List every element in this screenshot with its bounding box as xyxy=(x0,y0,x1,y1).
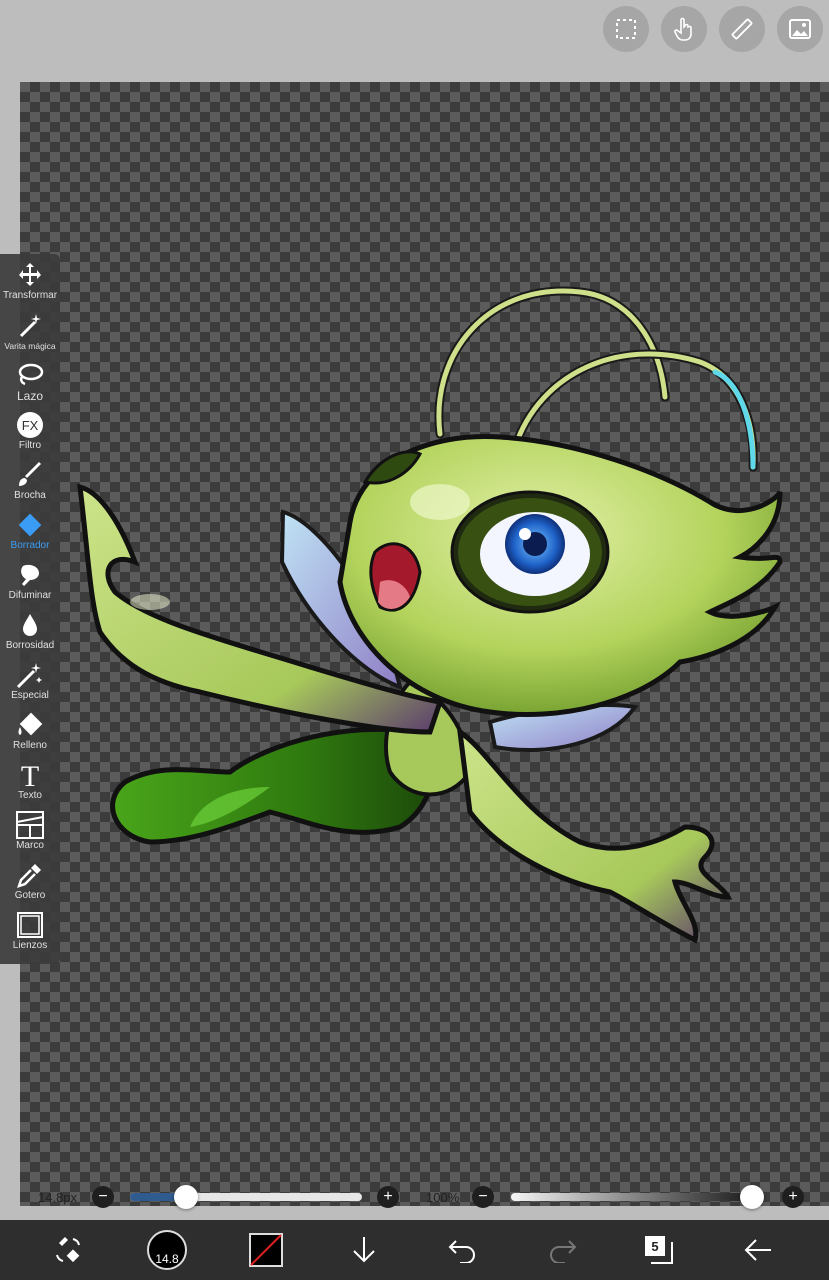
tool-label: Transformar xyxy=(2,290,58,301)
undo-button[interactable] xyxy=(441,1228,485,1272)
lasso-icon xyxy=(18,363,44,386)
opacity-decrease-button[interactable]: − xyxy=(472,1186,494,1208)
ruler-icon xyxy=(731,18,753,40)
drawing-canvas[interactable] xyxy=(20,82,829,1206)
eraser-icon xyxy=(18,513,42,537)
arrow-left-icon xyxy=(744,1239,771,1261)
redo-button[interactable] xyxy=(540,1228,584,1272)
download-button[interactable] xyxy=(342,1228,386,1272)
tool-lasso[interactable]: Lazo xyxy=(0,354,60,404)
tool-filter[interactable]: FX Filtro xyxy=(0,404,60,454)
tool-special[interactable]: Especial xyxy=(0,654,60,704)
blur-drop-icon xyxy=(23,614,37,636)
top-toolbar xyxy=(0,0,829,82)
color-button[interactable] xyxy=(244,1228,288,1272)
brush-size-slider-row: 14.8px − + xyxy=(38,1184,410,1210)
tool-label: Borrador xyxy=(10,540,50,551)
tool-label: Marco xyxy=(16,840,44,851)
tool-blur[interactable]: Borrosidad xyxy=(0,604,60,654)
layers-button[interactable]: 5 xyxy=(637,1228,681,1272)
layer-count: 5 xyxy=(651,1238,659,1254)
magic-wand-icon xyxy=(19,314,41,338)
opacity-slider-row: 100% − + xyxy=(426,1184,807,1210)
brush-size-value: 14.8px xyxy=(38,1189,78,1205)
tool-label: Difuminar xyxy=(8,590,52,601)
brush-size-knob[interactable] xyxy=(173,1185,198,1209)
celebi-artwork xyxy=(77,286,783,944)
move-arrows-icon xyxy=(19,263,41,286)
selection-button[interactable] xyxy=(603,6,649,52)
tool-label: Brocha xyxy=(14,490,46,501)
tool-label: Relleno xyxy=(13,740,47,751)
tool-label: Varita mágica xyxy=(4,341,56,351)
opacity-knob[interactable] xyxy=(740,1185,764,1209)
bottom-toolbar: 14.8 5 xyxy=(0,1220,829,1280)
back-button[interactable] xyxy=(736,1228,780,1272)
undo-icon xyxy=(448,1240,475,1263)
hand-pointer-icon xyxy=(674,17,692,41)
text-t-icon: T xyxy=(21,761,39,789)
selection-marquee-icon xyxy=(616,19,636,39)
swap-tool-button[interactable] xyxy=(46,1228,90,1272)
tool-brush[interactable]: Brocha xyxy=(0,454,60,504)
brush-size-increase-button[interactable]: + xyxy=(377,1186,399,1208)
fill-bucket-icon xyxy=(18,712,43,736)
tool-label: Filtro xyxy=(18,440,42,451)
hand-tool-button[interactable] xyxy=(661,6,707,52)
image-icon xyxy=(789,19,811,39)
sparkle-icon xyxy=(16,663,42,689)
tool-transform[interactable]: Transformar xyxy=(0,254,60,304)
brush-preview-button[interactable]: 14.8 xyxy=(145,1228,189,1272)
tool-fill[interactable]: Relleno xyxy=(0,704,60,754)
layers-icon: 5 xyxy=(645,1236,673,1264)
reference-image-button[interactable] xyxy=(777,6,823,52)
tool-canvas[interactable]: Lienzos xyxy=(0,904,60,954)
brush-preview: 14.8 xyxy=(147,1230,187,1270)
tool-label: Especial xyxy=(11,690,49,701)
frame-icon xyxy=(16,811,44,839)
fx-icon: FX xyxy=(17,412,43,438)
svg-text:FX: FX xyxy=(22,418,39,433)
arrow-down-icon xyxy=(353,1237,375,1263)
brush-size-decrease-button[interactable]: − xyxy=(92,1186,114,1208)
tool-label: Lienzos xyxy=(12,940,48,951)
tool-eyedropper[interactable]: Gotero xyxy=(0,854,60,904)
brush-icon xyxy=(19,462,41,486)
tool-label: Lazo xyxy=(16,389,44,403)
color-swatch-icon xyxy=(249,1233,283,1267)
canvas-icon xyxy=(17,912,43,938)
tool-eraser[interactable]: Borrador xyxy=(0,504,60,554)
smudge-icon xyxy=(21,564,39,586)
brush-eraser-swap-icon xyxy=(56,1237,80,1263)
tool-frame[interactable]: Marco xyxy=(0,804,60,854)
tool-label: Borrosidad xyxy=(5,640,55,651)
tool-magic-wand[interactable]: Varita mágica xyxy=(0,304,60,354)
tool-label: Texto xyxy=(18,790,42,801)
svg-text:T: T xyxy=(21,761,39,789)
ruler-button[interactable] xyxy=(719,6,765,52)
brush-preview-label: 14.8 xyxy=(155,1252,179,1266)
opacity-slider[interactable] xyxy=(511,1184,764,1210)
opacity-value: 100% xyxy=(426,1189,460,1205)
tool-label: Gotero xyxy=(14,890,46,901)
brush-size-slider[interactable] xyxy=(130,1184,362,1210)
eyedropper-icon xyxy=(17,864,41,888)
tool-text[interactable]: T Texto xyxy=(0,754,60,804)
opacity-increase-button[interactable]: + xyxy=(782,1186,804,1208)
tool-sidebar: Transformar Varita mágica Lazo FX Filtro… xyxy=(0,254,60,964)
redo-icon xyxy=(550,1240,577,1263)
tool-smudge[interactable]: Difuminar xyxy=(0,554,60,604)
